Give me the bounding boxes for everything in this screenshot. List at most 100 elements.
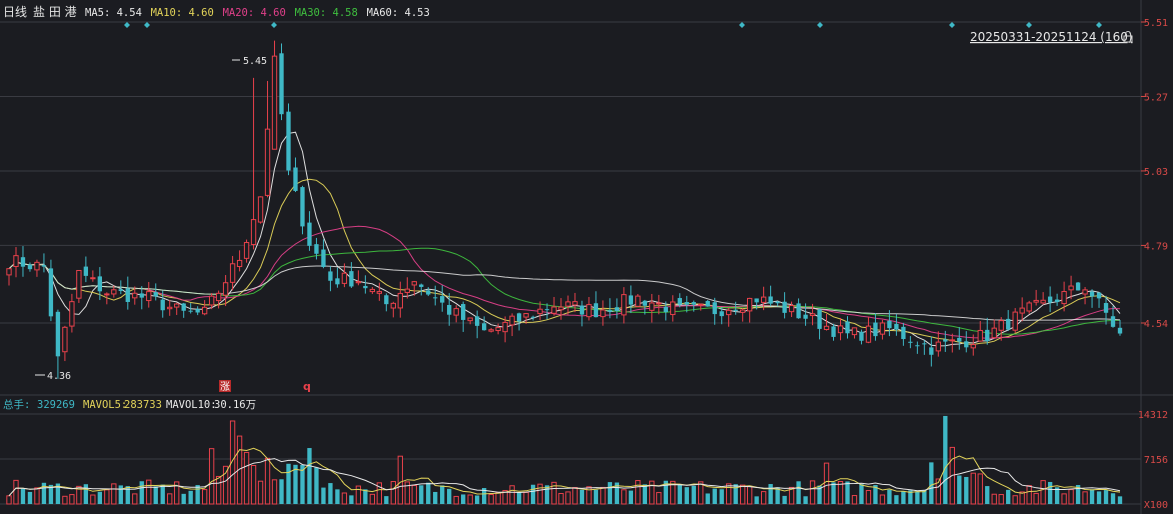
candle[interactable]: [1012, 308, 1018, 334]
volume-bar[interactable]: [740, 484, 746, 505]
volume-bar[interactable]: [1096, 491, 1102, 504]
candle[interactable]: [236, 250, 243, 272]
volume-bar[interactable]: [215, 475, 222, 505]
candle[interactable]: [222, 275, 229, 307]
candle[interactable]: [740, 308, 746, 322]
volume-bar[interactable]: [90, 494, 96, 505]
volume-bar[interactable]: [419, 485, 424, 504]
candle[interactable]: [488, 327, 494, 333]
candle[interactable]: [6, 268, 12, 286]
candle[interactable]: [433, 285, 438, 306]
candle[interactable]: [111, 285, 117, 298]
volume-bar[interactable]: [635, 480, 641, 505]
candle[interactable]: [698, 303, 704, 311]
candle[interactable]: [286, 103, 291, 176]
volume-bar[interactable]: [384, 496, 389, 504]
volume-bar[interactable]: [132, 493, 138, 505]
volume-bar[interactable]: [530, 484, 536, 504]
candle[interactable]: [215, 290, 222, 309]
candle[interactable]: [1103, 295, 1109, 325]
volume-bar[interactable]: [1040, 480, 1046, 505]
candle[interactable]: [614, 298, 620, 319]
candle[interactable]: [307, 211, 312, 251]
event-diamond-marker[interactable]: [124, 22, 130, 28]
candle[interactable]: [83, 256, 89, 283]
volume-bar[interactable]: [985, 486, 990, 504]
volume-bar[interactable]: [97, 491, 103, 504]
candle[interactable]: [328, 266, 333, 292]
event-diamond-marker[interactable]: [1026, 22, 1032, 28]
volume-bar[interactable]: [426, 482, 431, 504]
candle[interactable]: [62, 325, 68, 362]
candle[interactable]: [1026, 300, 1032, 314]
volume-bar[interactable]: [222, 465, 229, 505]
volume-bar[interactable]: [621, 489, 627, 505]
candle[interactable]: [1075, 281, 1081, 291]
candle[interactable]: [495, 323, 501, 335]
volume-bar[interactable]: [488, 493, 494, 505]
candle[interactable]: [1033, 289, 1039, 306]
volume-bar[interactable]: [894, 495, 899, 504]
candle[interactable]: [1040, 292, 1046, 305]
volume-bar[interactable]: [447, 488, 452, 504]
volume-bar[interactable]: [516, 492, 522, 504]
volume-bar[interactable]: [363, 489, 368, 504]
candle[interactable]: [90, 270, 96, 282]
candle[interactable]: [544, 303, 550, 320]
candle[interactable]: [851, 327, 858, 339]
candle[interactable]: [649, 293, 655, 323]
candle[interactable]: [782, 292, 787, 319]
volume-bar[interactable]: [1117, 496, 1123, 504]
volume-bar[interactable]: [390, 481, 396, 505]
volume-bar[interactable]: [823, 462, 830, 505]
q-marker[interactable]: q: [303, 380, 311, 393]
volume-bar[interactable]: [684, 487, 689, 504]
candle[interactable]: [957, 327, 962, 350]
volume-bar[interactable]: [433, 491, 438, 504]
candle[interactable]: [656, 294, 662, 315]
candle[interactable]: [1117, 320, 1123, 336]
volume-bar[interactable]: [397, 455, 403, 505]
volume-bar[interactable]: [977, 473, 983, 505]
candle[interactable]: [397, 281, 403, 318]
event-diamond-marker[interactable]: [144, 22, 150, 28]
candle[interactable]: [1019, 297, 1025, 322]
volume-bar[interactable]: [461, 494, 466, 504]
candle[interactable]: [1061, 281, 1067, 312]
volume-bar[interactable]: [656, 492, 662, 505]
volume-bar[interactable]: [286, 463, 291, 504]
candle[interactable]: [181, 302, 186, 318]
candle[interactable]: [390, 301, 396, 318]
volume-bar[interactable]: [579, 489, 585, 504]
candle[interactable]: [1110, 306, 1116, 328]
candle[interactable]: [922, 340, 927, 355]
candle[interactable]: [621, 287, 627, 324]
candle[interactable]: [279, 43, 284, 121]
volume-bar[interactable]: [1103, 490, 1109, 504]
volume-bar[interactable]: [257, 480, 264, 505]
volume-bar[interactable]: [970, 472, 976, 505]
candle[interactable]: [964, 331, 969, 353]
candle[interactable]: [146, 281, 152, 308]
volume-bar[interactable]: [411, 485, 417, 505]
candle[interactable]: [935, 331, 941, 357]
candle[interactable]: [34, 259, 40, 277]
volume-bar[interactable]: [1006, 489, 1011, 504]
candle[interactable]: [20, 246, 26, 277]
volume-bar[interactable]: [495, 492, 501, 505]
volume-bar[interactable]: [111, 483, 117, 505]
candle[interactable]: [195, 306, 200, 316]
volume-bar[interactable]: [1061, 493, 1067, 505]
volume-bar[interactable]: [760, 491, 767, 505]
volume-bar[interactable]: [565, 491, 571, 505]
candle[interactable]: [558, 298, 564, 320]
candle[interactable]: [712, 297, 717, 325]
volume-bar[interactable]: [600, 486, 606, 505]
candle[interactable]: [768, 285, 773, 307]
volume-bar[interactable]: [146, 479, 152, 505]
volume-bar[interactable]: [1033, 492, 1039, 505]
volume-bar[interactable]: [509, 485, 515, 505]
candle[interactable]: [949, 333, 955, 353]
candle[interactable]: [1054, 293, 1060, 306]
volume-bar[interactable]: [341, 492, 348, 505]
